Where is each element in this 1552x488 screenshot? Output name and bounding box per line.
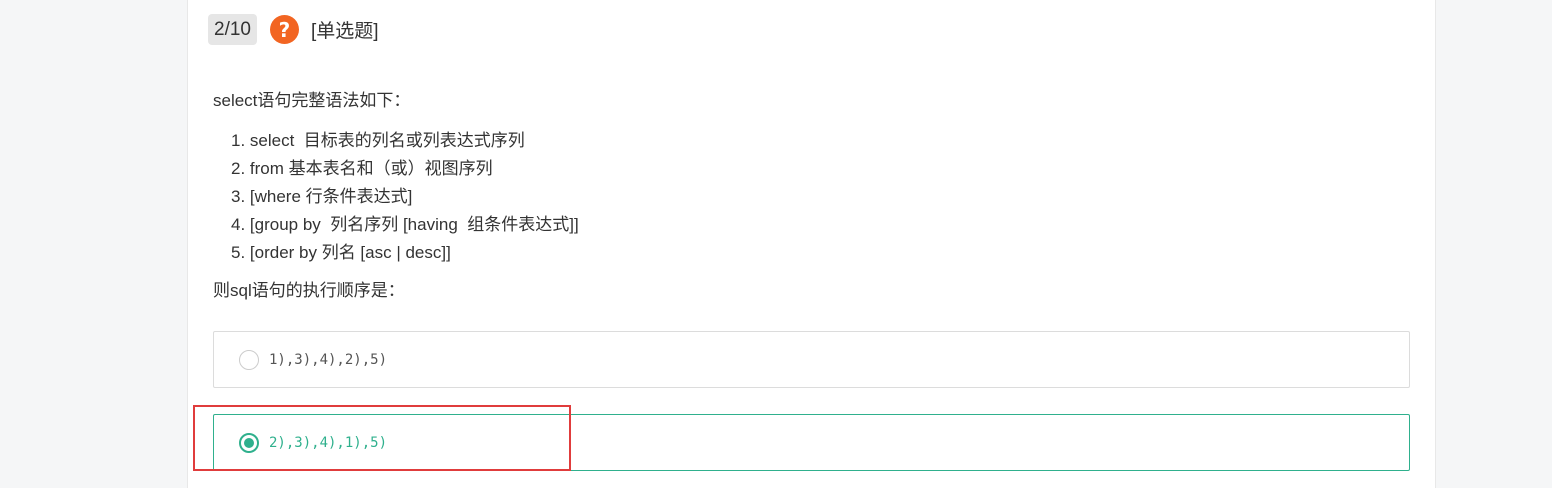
- question-header: 2/10 ? [单选题]: [208, 14, 379, 45]
- question-type-label: [单选题]: [310, 21, 379, 42]
- stem-item: 2. from 基本表名和（或）视图序列: [231, 159, 493, 178]
- question-card: 2/10 ? [单选题] select语句完整语法如下： 1. select 目…: [187, 0, 1436, 488]
- stem-item: 1. select 目标表的列名或列表达式序列: [231, 131, 525, 150]
- stem-item: 3. [where 行条件表达式]: [231, 187, 413, 206]
- option-text: 1),3),4),2),5): [269, 351, 388, 368]
- option-text: 2),3),4),1),5): [269, 434, 388, 451]
- question-stem: select语句完整语法如下： 1. select 目标表的列名或列表达式序列 …: [213, 90, 579, 302]
- stem-question: 则sql语句的执行顺序是：: [213, 281, 405, 300]
- stem-list: 1. select 目标表的列名或列表达式序列 2. from 基本表名和（或）…: [213, 127, 579, 267]
- stem-intro: select语句完整语法如下：: [213, 91, 411, 110]
- stem-item: 5. [order by 列名 [asc | desc]]: [231, 243, 451, 262]
- question-number-badge: 2/10: [208, 14, 257, 45]
- radio-checked[interactable]: [239, 432, 259, 453]
- option-a[interactable]: 1),3),4),2),5): [213, 331, 1410, 388]
- stem-item: 4. [group by 列名序列 [having 组条件表达式]]: [231, 215, 579, 234]
- radio-dot: [244, 437, 254, 448]
- option-b-selected[interactable]: 2),3),4),1),5): [213, 414, 1410, 471]
- radio-unchecked[interactable]: [239, 349, 259, 370]
- question-mark-icon[interactable]: ?: [269, 15, 299, 44]
